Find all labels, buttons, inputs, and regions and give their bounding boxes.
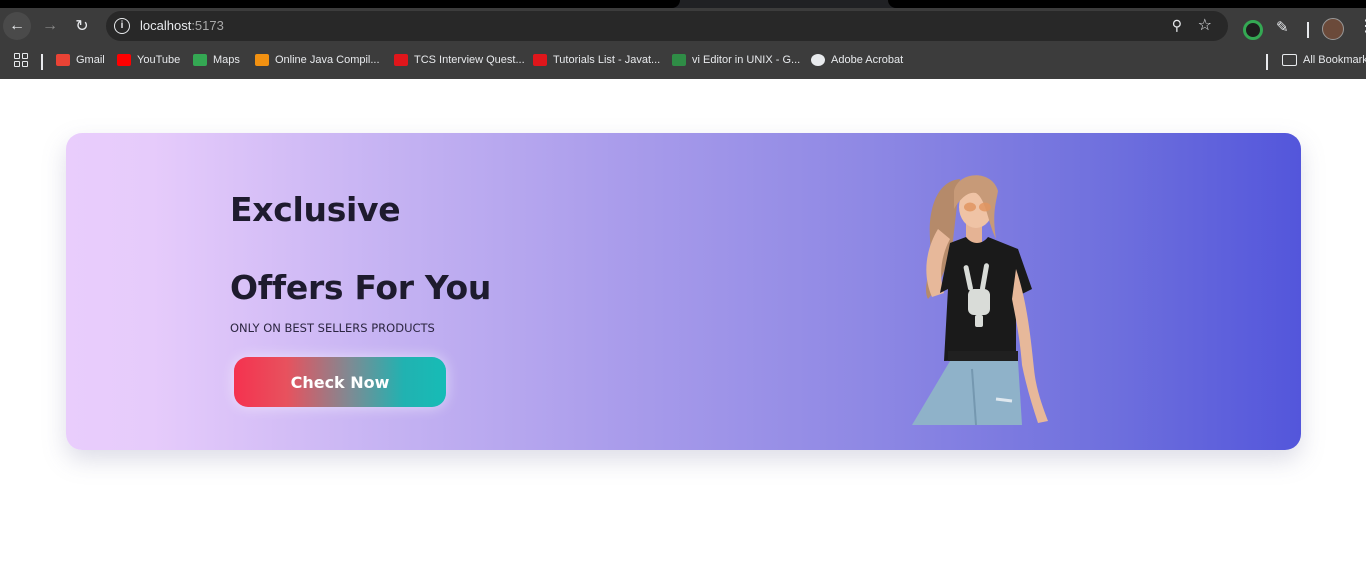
toolbar-divider [1307, 22, 1309, 38]
bookmark-label: YouTube [137, 54, 181, 66]
tab-right[interactable] [888, 0, 1366, 8]
bookmark-youtube[interactable]: YouTube [117, 54, 180, 66]
bookmark-label: Gmail [76, 54, 105, 66]
bookmark-label: Adobe Acrobat [831, 54, 904, 66]
bookmark-label: Maps [213, 54, 240, 66]
bookmark-label: Tutorials List - Javat... [553, 54, 661, 66]
bookmarks-divider [1266, 54, 1268, 70]
bookmark-adobe[interactable]: Adobe Acrobat [811, 54, 903, 66]
headline-line-2: Offers For You [230, 268, 492, 307]
browser-chrome: ← → ↻ i localhost:5173 ⚲ ☆ ✎ ⋮ Gmail You… [0, 0, 1366, 79]
geeksforgeeks-icon [672, 54, 686, 66]
forward-button[interactable]: → [36, 12, 64, 40]
globe-icon [811, 54, 825, 66]
tab-left[interactable] [0, 0, 680, 8]
headline-line-1: Exclusive [230, 190, 401, 229]
javatpoint-icon [533, 54, 547, 66]
extension-icon[interactable] [1243, 20, 1263, 40]
all-bookmarks[interactable]: All Bookmarks [1282, 54, 1366, 66]
tab-strip [0, 0, 1366, 8]
bookmarks-bar: Gmail YouTube Maps Online Java Compil...… [0, 46, 1366, 79]
star-icon[interactable]: ☆ [1198, 15, 1212, 35]
url-host: localhost [140, 18, 192, 33]
bookmark-gmail[interactable]: Gmail [56, 54, 105, 66]
bookmarks-divider [41, 54, 43, 70]
model-image [912, 175, 1048, 425]
bookmark-tcs[interactable]: TCS Interview Quest... [394, 54, 525, 66]
bookmark-online-java[interactable]: Online Java Compil... [255, 54, 380, 66]
bookmark-tutorials[interactable]: Tutorials List - Javat... [533, 54, 660, 66]
banner-headline: Exclusive Offers For You [230, 171, 491, 327]
zoom-icon[interactable]: ⚲ [1172, 17, 1182, 34]
kebab-menu-icon[interactable]: ⋮ [1358, 16, 1366, 36]
bookmark-label: vi Editor in UNIX - G... [692, 54, 801, 66]
banner-subtitle: ONLY ON BEST SELLERS PRODUCTS [230, 321, 435, 335]
info-icon[interactable]: i [114, 18, 130, 34]
all-bookmarks-label: All Bookmarks [1303, 54, 1366, 66]
youtube-icon [117, 54, 131, 66]
url-text[interactable]: localhost:5173 [140, 18, 224, 33]
offer-banner: Exclusive Offers For You ONLY ON BEST SE… [66, 133, 1301, 450]
bookmark-vi-editor[interactable]: vi Editor in UNIX - G... [672, 54, 800, 66]
compiler-icon [255, 54, 269, 66]
arrow-right-icon: → [42, 17, 58, 34]
apps-grid-icon[interactable] [14, 53, 28, 67]
reload-button[interactable]: ↻ [68, 12, 96, 40]
folder-icon [1282, 54, 1297, 66]
bookmark-maps[interactable]: Maps [193, 54, 240, 66]
puzzle-icon[interactable]: ✎ [1276, 18, 1289, 36]
bookmark-label: TCS Interview Quest... [414, 54, 525, 66]
url-port: :5173 [191, 18, 224, 33]
avatar[interactable] [1322, 18, 1344, 40]
address-bar[interactable]: i localhost:5173 ⚲ ☆ [106, 11, 1228, 41]
back-button[interactable]: ← [3, 12, 31, 40]
reload-icon: ↻ [75, 18, 89, 35]
javatpoint-icon [394, 54, 408, 66]
check-now-button[interactable]: Check Now [234, 357, 446, 407]
arrow-left-icon: ← [9, 17, 25, 34]
gmail-icon [56, 54, 70, 66]
maps-icon [193, 54, 207, 66]
bookmark-label: Online Java Compil... [275, 54, 380, 66]
browser-toolbar: ← → ↻ i localhost:5173 ⚲ ☆ ✎ ⋮ [0, 8, 1366, 46]
